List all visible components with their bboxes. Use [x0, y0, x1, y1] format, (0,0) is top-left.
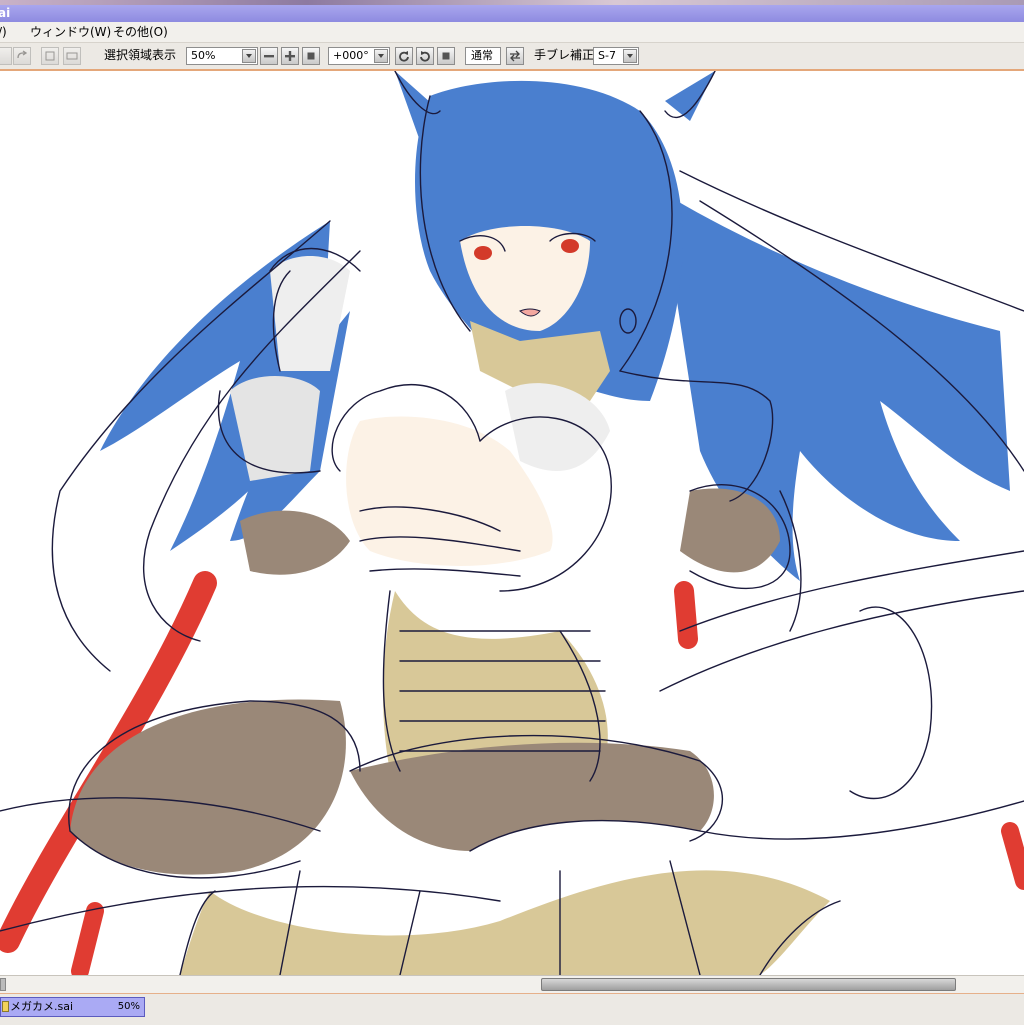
- menu-item-edge[interactable]: /): [0, 24, 7, 40]
- zoom-value: 50%: [191, 49, 216, 62]
- stabilizer-label: 手ブレ補正: [534, 48, 595, 62]
- horizontal-scrollbar[interactable]: [0, 975, 1024, 994]
- transform-icon[interactable]: [63, 47, 81, 65]
- menu-item-other[interactable]: その他(O): [113, 24, 168, 40]
- document-tab[interactable]: メガカメ.sai 50%: [0, 997, 145, 1017]
- chevron-down-icon[interactable]: [242, 49, 256, 63]
- copy-layer-icon[interactable]: [41, 47, 59, 65]
- zoom-select[interactable]: 50%: [186, 47, 258, 65]
- artwork-sketch: [0, 71, 1024, 975]
- zoom-in-button[interactable]: [281, 47, 299, 65]
- rotation-value: +000°: [333, 49, 369, 62]
- zoom-reset-button[interactable]: [302, 47, 320, 65]
- document-tab-zoom: 50%: [117, 1001, 140, 1012]
- blend-mode-label: 通常: [471, 49, 493, 62]
- document-icon: [2, 1001, 9, 1012]
- drawing-canvas[interactable]: [0, 71, 1024, 975]
- window-title: ai: [0, 6, 11, 20]
- show-selection-label: 選択領域表示: [104, 48, 177, 62]
- title-bar: ai: [0, 5, 1024, 22]
- zoom-out-button[interactable]: [260, 47, 278, 65]
- redo-icon[interactable]: [13, 47, 31, 65]
- scrollbar-thumb[interactable]: [541, 978, 956, 991]
- document-tab-name: メガカメ.sai: [10, 1000, 74, 1013]
- blend-mode-button[interactable]: 通常: [465, 47, 501, 65]
- stabilizer-value: S-7: [598, 49, 616, 62]
- flip-horizontal-icon[interactable]: [506, 47, 524, 65]
- rotate-right-button[interactable]: [416, 47, 434, 65]
- hair-fill: [100, 71, 1010, 581]
- document-tab-bar: メガカメ.sai 50%: [0, 993, 1024, 1025]
- rotate-left-button[interactable]: [395, 47, 413, 65]
- deselect-button[interactable]: [0, 47, 12, 65]
- rotation-select[interactable]: +000°: [328, 47, 390, 65]
- chevron-down-icon[interactable]: [623, 49, 637, 63]
- scroll-left-button[interactable]: [0, 978, 6, 991]
- menu-item-window[interactable]: ウィンドウ(W): [30, 24, 111, 40]
- stabilizer-select[interactable]: S-7: [593, 47, 639, 65]
- rotation-reset-button[interactable]: [437, 47, 455, 65]
- toolbar: 選択領域表示 50% +000° 通常 手ブレ補正 S-7: [0, 43, 1024, 105]
- chevron-down-icon[interactable]: [374, 49, 388, 63]
- menu-bar: /) ウィンドウ(W) その他(O): [0, 22, 1024, 43]
